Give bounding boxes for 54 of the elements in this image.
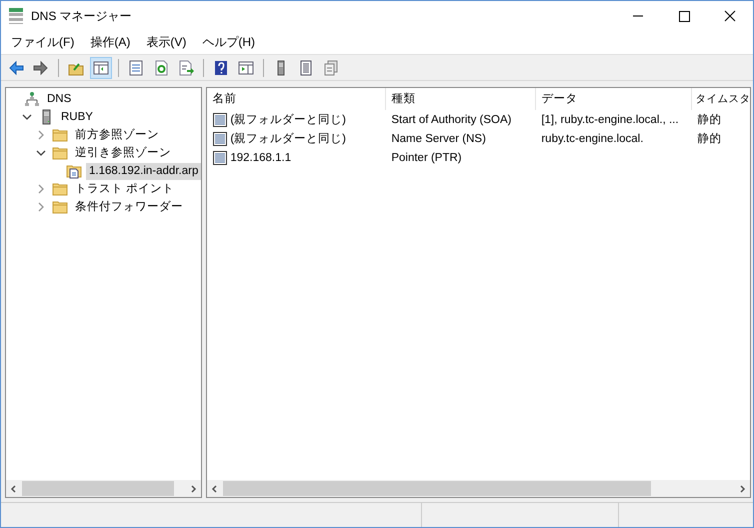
table-cell: 192.168.1.1 (230, 152, 292, 164)
table-cell: ruby.tc-engine.local. (541, 132, 644, 144)
tree-item[interactable]: 条件付フォワーダー (72, 198, 186, 216)
table-cell-text: 静的 (697, 132, 722, 146)
column-header[interactable]: 名前 (207, 88, 386, 110)
horizontal-scrollbar[interactable] (207, 480, 750, 497)
record-icon (212, 112, 228, 128)
table-cell: Start of Authority (SOA) (391, 114, 512, 126)
table-cell-text: (親フォルダーと同じ) (230, 132, 346, 146)
column-header[interactable]: データ (536, 88, 692, 110)
zone-file-icon (66, 163, 82, 179)
menu-item[interactable]: ファイル(F) (3, 34, 82, 51)
menu-item[interactable]: ヘルプ(H) (194, 34, 263, 51)
scroll-right-icon[interactable] (738, 484, 746, 492)
folder-icon (52, 181, 68, 197)
help-icon (213, 60, 229, 76)
tree-item[interactable]: 前方参照ゾーン (72, 126, 162, 144)
window-pane-button[interactable] (90, 56, 112, 78)
window-title: DNS マネージャー (31, 8, 133, 24)
table-cell: Name Server (NS) (391, 132, 486, 144)
tree-item[interactable]: 1.168.192.in-addr.arp (86, 162, 202, 180)
window-play-icon (238, 60, 254, 76)
pages-icon (323, 60, 339, 76)
scroll-left-icon[interactable] (10, 484, 18, 492)
back-arrow-icon (8, 60, 24, 76)
document-icon (128, 60, 144, 76)
folder-icon (52, 127, 68, 143)
scroll-right-icon[interactable] (189, 484, 198, 492)
table-cell-text: (親フォルダーと同じ) (230, 112, 346, 127)
collapse-chevron-icon[interactable] (22, 112, 34, 122)
column-header[interactable]: タイムスタ (692, 88, 750, 110)
collapse-chevron-icon[interactable] (36, 148, 48, 158)
table-cell-text: 静的 (697, 112, 722, 127)
record-icon (212, 130, 228, 146)
refresh-icon (153, 60, 169, 76)
folder-icon (52, 199, 68, 215)
list-icon (298, 60, 314, 76)
network-icon (24, 91, 40, 107)
export-list-icon (178, 60, 194, 76)
window-pane-icon (93, 60, 109, 76)
forward-arrow-icon (33, 60, 49, 76)
menu-item[interactable]: 操作(A) (82, 34, 138, 51)
tree-item[interactable]: 逆引き参照ゾーン (72, 144, 174, 162)
menu-item[interactable]: 表示(V) (138, 34, 194, 51)
record-icon (212, 150, 228, 166)
tree-item[interactable]: DNS (44, 90, 74, 108)
scroll-left-icon[interactable] (211, 484, 220, 492)
folder-icon (52, 145, 68, 161)
table-cell: Pointer (PTR) (391, 152, 462, 164)
column-header[interactable]: 種類 (386, 88, 536, 110)
table-cell: [1], ruby.tc-engine.local., ... (541, 114, 679, 126)
tree-item[interactable]: RUBY (58, 108, 96, 126)
horizontal-scrollbar[interactable] (6, 480, 202, 497)
tree-item[interactable]: トラスト ポイント (72, 180, 178, 198)
